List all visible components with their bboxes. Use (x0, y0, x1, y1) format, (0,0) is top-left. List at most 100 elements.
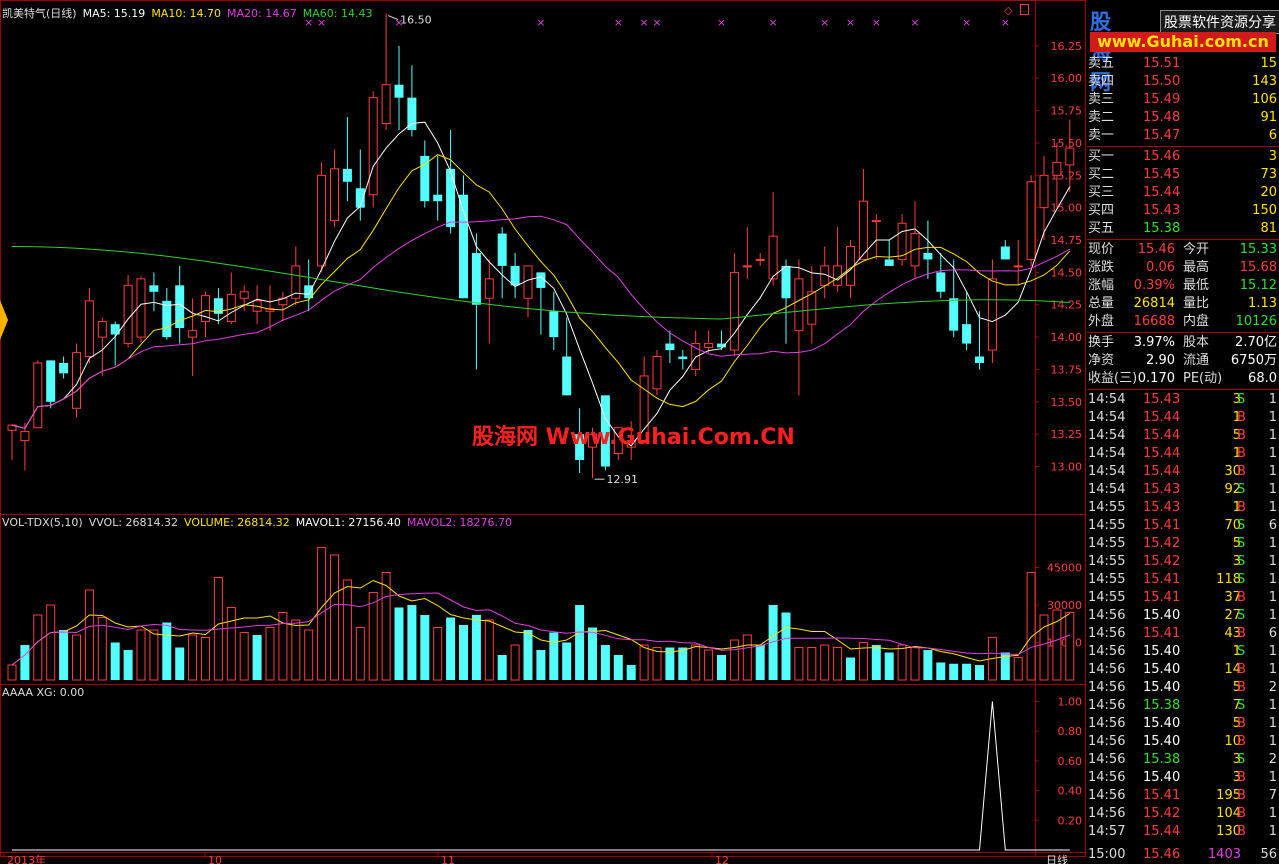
ask-row: 卖四 15.50 143 (1087, 73, 1279, 91)
price-tick-label: 13.75 (1051, 363, 1083, 376)
volume-bar (549, 632, 559, 680)
logo-subtitle: 股票软件资源分享 (1160, 10, 1279, 34)
candle (1000, 246, 1010, 260)
price-tick-label: 13.25 (1051, 428, 1083, 441)
tick-price: 15.43 (1143, 500, 1181, 515)
tick-row: 14:54 15.43 3 S 1 (1087, 391, 1279, 409)
candle (484, 278, 494, 299)
volume-bar (72, 634, 81, 681)
candle (975, 356, 984, 363)
bid-price: 15.43 (1143, 203, 1181, 218)
tick-row: 14:56 15.42 104 B 1 (1087, 805, 1279, 823)
tick-row: 14:55 15.42 5 S 1 (1087, 535, 1279, 553)
candle (807, 291, 817, 325)
volume-bar (1065, 612, 1075, 681)
fund-value: 3.97% (1133, 335, 1175, 350)
quote-value: 16688 (1133, 314, 1175, 329)
tick-price: 15.42 (1143, 806, 1181, 821)
panel-divider (1087, 239, 1279, 240)
candle (84, 300, 94, 358)
tick-row: 14:56 15.38 3 S 2 (1087, 751, 1279, 769)
volume-bar (794, 647, 804, 681)
tick-time: 14:57 (1088, 824, 1126, 839)
bid-price: 15.38 (1143, 221, 1181, 236)
volume-bar (394, 607, 404, 680)
volume-bar (407, 605, 417, 680)
volume-bar (639, 644, 649, 681)
volume-bar (330, 554, 339, 681)
tick-side: S (1237, 752, 1246, 767)
tick-price: 15.44 (1143, 428, 1181, 443)
candle (433, 194, 443, 202)
volume-bar (613, 655, 623, 680)
diamond-icon[interactable]: ◇ (1004, 4, 1012, 17)
signal-marker: × (536, 16, 545, 29)
volume-bar (742, 634, 752, 681)
indicator-header: AAAA XG: 0.00 (2, 686, 90, 699)
tick-count: 1 (1268, 644, 1277, 659)
tick-row: 14:55 15.41 118 S 1 (1087, 571, 1279, 589)
quote-value-2: 15.68 (1239, 260, 1277, 275)
date-label: 11 (441, 854, 455, 864)
tick-time: 14:54 (1088, 428, 1126, 443)
signal-marker: × (846, 16, 855, 29)
candle (33, 362, 43, 429)
tick-side: S (1237, 482, 1246, 497)
signal-marker: × (639, 16, 648, 29)
bid-row: 买二 15.45 73 (1087, 166, 1279, 184)
tick-side: S (1237, 518, 1246, 533)
candle (923, 252, 933, 260)
window-toggle-icon[interactable] (1020, 4, 1029, 15)
ask-volume: 91 (1260, 110, 1277, 125)
volume-bar (691, 644, 701, 681)
tick-price: 15.46 (1143, 847, 1181, 862)
ask-row: 卖二 15.48 91 (1087, 109, 1279, 127)
bid-label: 买二 (1088, 167, 1115, 182)
candle (755, 258, 765, 261)
volume-bar (704, 649, 714, 681)
tick-count: 1 (1268, 590, 1277, 605)
tick-price: 15.40 (1143, 644, 1181, 659)
volume-bar (420, 615, 430, 680)
tick-count: 1 (1268, 716, 1277, 731)
price-tick-label: 15.75 (1051, 105, 1083, 118)
quote-panel: 股海网 股票软件资源分享 www.Guhai.com.cn 卖五 15.51 1… (1087, 0, 1279, 864)
tick-row: 14:56 15.40 10 B 1 (1087, 733, 1279, 751)
tick-price: 15.40 (1143, 770, 1181, 785)
quote-row: 涨幅 0.39% 最低 15.12 (1087, 277, 1279, 295)
tick-count: 2 (1268, 680, 1277, 695)
tick-time: 14:56 (1088, 644, 1126, 659)
scroll-left-icon (0, 300, 8, 340)
period-label: 日线 (1046, 853, 1068, 864)
vol-name: VOL-TDX(5,10) (2, 516, 83, 529)
tick-price: 15.44 (1143, 464, 1181, 479)
candle (446, 168, 456, 228)
tick-side: B (1237, 428, 1246, 443)
candle (497, 233, 507, 266)
tick-row: 14:54 15.44 5 B 1 (1087, 427, 1279, 445)
volume-bar (226, 607, 236, 681)
tick-side: S (1237, 698, 1246, 713)
tick-side: B (1237, 626, 1246, 641)
ask-price: 15.48 (1143, 110, 1181, 125)
tick-price: 15.41 (1143, 626, 1181, 641)
fund-label-2: 流通 (1183, 353, 1210, 368)
quote-label-2: 内盘 (1183, 314, 1210, 329)
tick-side: B (1237, 680, 1246, 695)
quote-value: 26814 (1133, 296, 1175, 311)
tick-count: 56 (1260, 847, 1277, 862)
candle (510, 265, 520, 286)
candle (678, 356, 688, 360)
tick-count: 1 (1268, 428, 1277, 443)
tick-row: 14:56 15.41 195 B 7 (1087, 787, 1279, 805)
xg-line (12, 701, 1070, 851)
bid-volume: 3 (1268, 149, 1277, 164)
tick-row: 14:56 15.41 43 B 6 (1087, 625, 1279, 643)
volume-bar (510, 644, 520, 681)
fund-value-2: 2.70亿 (1235, 335, 1277, 350)
tick-price: 15.38 (1143, 752, 1181, 767)
volume-value: VOLUME: 26814.32 (184, 516, 290, 529)
chart-area[interactable]: 16.25 16.00 15.75 15.50 15.25 15.00 14.75 14.50… (0, 0, 1086, 864)
quote-row: 外盘 16688 内盘 10126 (1087, 313, 1279, 331)
xg-value: AAAA XG: 0.00 (2, 686, 85, 699)
